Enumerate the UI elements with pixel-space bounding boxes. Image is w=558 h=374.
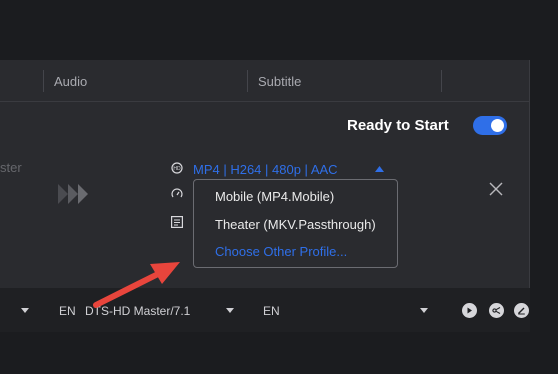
audio-dropdown-caret-icon[interactable] <box>226 308 234 313</box>
track-settings-bar: EN DTS-HD Master/7.1 EN <box>0 288 530 332</box>
column-separator <box>43 70 44 92</box>
column-separator <box>441 70 442 92</box>
audio-language: EN <box>59 304 76 318</box>
speed-icon <box>171 188 183 198</box>
ready-to-start-toggle[interactable] <box>473 116 507 135</box>
source-title: ster <box>0 160 22 175</box>
profile-selector[interactable]: MP4 | H264 | 480p | AAC <box>193 162 338 177</box>
audio-column-label: Audio <box>54 74 88 89</box>
annotation-arrow <box>93 262 180 308</box>
edit-button[interactable] <box>514 303 529 318</box>
menu-item-choose-other-profile[interactable]: Choose Other Profile... <box>215 244 347 259</box>
scissors-icon <box>492 307 501 314</box>
toggle-knob <box>491 119 504 132</box>
convert-arrows-icon <box>58 184 88 204</box>
list-icon <box>171 216 183 228</box>
column-separator <box>247 70 248 92</box>
subtitle-select[interactable]: EN <box>263 304 280 318</box>
ready-to-start-label: Ready to Start <box>347 117 449 134</box>
svg-text:HD: HD <box>173 166 181 172</box>
edit-icon <box>518 307 525 315</box>
menu-item-mobile[interactable]: Mobile (MP4.Mobile) <box>215 189 334 204</box>
profile-dropdown-menu: Mobile (MP4.Mobile) Theater (MKV.Passthr… <box>193 179 398 268</box>
task-panel: Audio Subtitle Ready to Start ster HD MP… <box>0 60 530 332</box>
play-preview-button[interactable] <box>462 303 477 318</box>
trim-button[interactable] <box>489 303 504 318</box>
play-icon <box>467 307 472 314</box>
close-icon[interactable] <box>489 182 503 196</box>
hd-icon: HD <box>171 162 183 174</box>
chevron-up-icon[interactable] <box>375 166 384 172</box>
video-dropdown-caret-icon[interactable] <box>21 308 29 313</box>
column-header: Audio Subtitle <box>0 60 530 102</box>
subtitle-dropdown-caret-icon[interactable] <box>420 308 428 313</box>
menu-item-theater[interactable]: Theater (MKV.Passthrough) <box>215 217 376 232</box>
subtitle-column-label: Subtitle <box>258 74 302 89</box>
